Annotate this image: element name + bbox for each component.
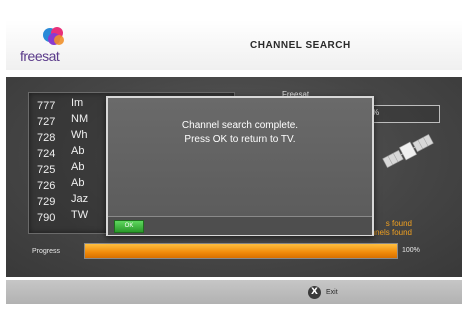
ok-button[interactable]: OK (114, 220, 144, 233)
dialog-message-line-2: Press OK to return to TV. (184, 134, 296, 145)
search-complete-dialog: Channel search complete. Press OK to ret… (106, 96, 374, 236)
list-item[interactable]: 777 Im (37, 97, 83, 112)
channel-search-screen: freesat CHANNEL SEARCH 777 Im 727 NM 728 Wh… (0, 0, 468, 310)
channel-number: 724 (37, 148, 56, 160)
page-title: CHANNEL SEARCH (250, 40, 351, 51)
channel-number: 725 (37, 164, 56, 176)
satellite-icon (382, 133, 434, 169)
list-item[interactable]: 724 Ab (37, 145, 84, 160)
found-status-line-1: s found (385, 219, 412, 228)
dialog-button-bar: OK (108, 216, 372, 235)
channel-number: 729 (37, 196, 56, 208)
channel-name: Ab (71, 145, 85, 157)
list-item[interactable]: 728 Wh (37, 129, 88, 144)
channel-number: 777 (37, 100, 56, 112)
channel-name: NM (71, 113, 89, 125)
exit-icon: X (308, 285, 321, 299)
channel-number: 726 (37, 180, 56, 192)
channel-name: TW (71, 209, 89, 221)
list-item[interactable]: 727 NM (37, 113, 88, 128)
exit-label: Exit (326, 288, 338, 296)
exit-button[interactable]: X Exit (308, 284, 338, 300)
channel-name: Jaz (71, 193, 89, 205)
progress-percent: 100% (402, 247, 420, 254)
freesat-logo-text: freesat (20, 48, 60, 64)
progress-label: Progress (32, 248, 61, 255)
list-item[interactable]: 790 TW (37, 209, 88, 224)
freesat-logo-icon (43, 27, 64, 45)
footer: X Exit (6, 280, 462, 304)
channel-number: 728 (37, 132, 56, 144)
channel-name: Ab (71, 177, 85, 189)
channel-name: Ab (71, 161, 85, 173)
channel-name: Im (71, 97, 84, 109)
list-item[interactable]: 725 Ab (37, 161, 84, 176)
channel-name: Wh (71, 129, 88, 141)
channel-number: 790 (37, 212, 56, 224)
progress-bar-fill (85, 244, 397, 258)
channel-number: 727 (37, 116, 56, 128)
list-item[interactable]: 726 Ab (37, 177, 84, 192)
freesat-logo: freesat (20, 24, 80, 68)
dialog-message-line-1: Channel search complete. (181, 120, 299, 131)
list-item[interactable]: 729 Jaz (37, 193, 88, 208)
progress-bar (84, 243, 398, 259)
header: freesat CHANNEL SEARCH (6, 20, 462, 70)
